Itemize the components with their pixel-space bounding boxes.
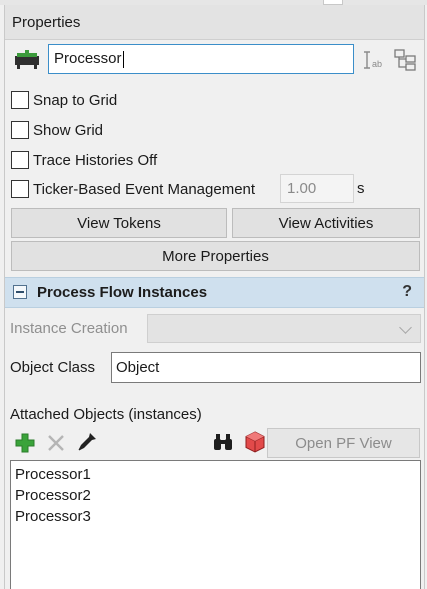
object-class-label: Object Class: [10, 359, 96, 376]
attached-objects-list[interactable]: Processor1 Processor2 Processor3: [10, 460, 421, 589]
cube-select-icon[interactable]: [243, 430, 267, 454]
instance-creation-select: [147, 314, 421, 343]
processor-object-icon[interactable]: [14, 50, 40, 70]
ticker-event-label: Ticker-Based Event Management: [33, 180, 256, 198]
show-grid-label: Show Grid: [33, 121, 104, 139]
ticker-interval-field: 1.00: [280, 174, 354, 203]
list-item[interactable]: Processor2: [15, 485, 416, 506]
panel-title: Properties: [12, 14, 81, 31]
help-icon[interactable]: ?: [402, 283, 412, 301]
more-properties-button[interactable]: More Properties: [11, 241, 420, 271]
binoculars-icon[interactable]: [212, 432, 234, 452]
trace-histories-option[interactable]: Trace Histories Off: [11, 149, 157, 171]
object-name-input[interactable]: Processor: [48, 44, 354, 74]
svg-text:ab: ab: [372, 59, 382, 69]
object-class-input[interactable]: Object: [111, 352, 421, 383]
eyedropper-icon[interactable]: [76, 431, 98, 453]
view-tokens-button[interactable]: View Tokens: [11, 208, 227, 238]
list-item[interactable]: Processor1: [15, 464, 416, 485]
text-caret: [122, 50, 124, 68]
show-grid-option[interactable]: Show Grid: [11, 119, 103, 141]
attached-objects-label: Attached Objects (instances): [10, 406, 202, 423]
ticker-unit-label: s: [357, 180, 365, 197]
add-icon[interactable]: [14, 432, 36, 454]
snap-to-grid-option[interactable]: Snap to Grid: [11, 89, 117, 111]
collapse-icon[interactable]: [13, 285, 27, 299]
label-text-icon[interactable]: ab: [361, 48, 385, 72]
tree-hierarchy-icon[interactable]: [393, 48, 417, 72]
ticker-event-checkbox[interactable]: [11, 180, 29, 198]
open-pf-view-button[interactable]: Open PF View: [267, 428, 420, 458]
properties-header: Properties: [5, 5, 424, 40]
section-title: Process Flow Instances: [37, 284, 208, 301]
instance-creation-label: Instance Creation: [10, 320, 128, 337]
object-name-value: Processor: [54, 50, 122, 67]
show-grid-checkbox[interactable]: [11, 121, 29, 139]
view-activities-button[interactable]: View Activities: [232, 208, 420, 238]
trace-histories-checkbox[interactable]: [11, 151, 29, 169]
process-flow-instances-header[interactable]: Process Flow Instances ?: [5, 277, 424, 308]
ticker-event-option[interactable]: Ticker-Based Event Management: [11, 178, 255, 200]
list-item[interactable]: Processor3: [15, 506, 416, 527]
remove-icon[interactable]: [46, 433, 66, 453]
trace-histories-label: Trace Histories Off: [33, 151, 158, 169]
chevron-down-icon: [399, 321, 412, 334]
snap-to-grid-checkbox[interactable]: [11, 91, 29, 109]
snap-to-grid-label: Snap to Grid: [33, 91, 118, 109]
